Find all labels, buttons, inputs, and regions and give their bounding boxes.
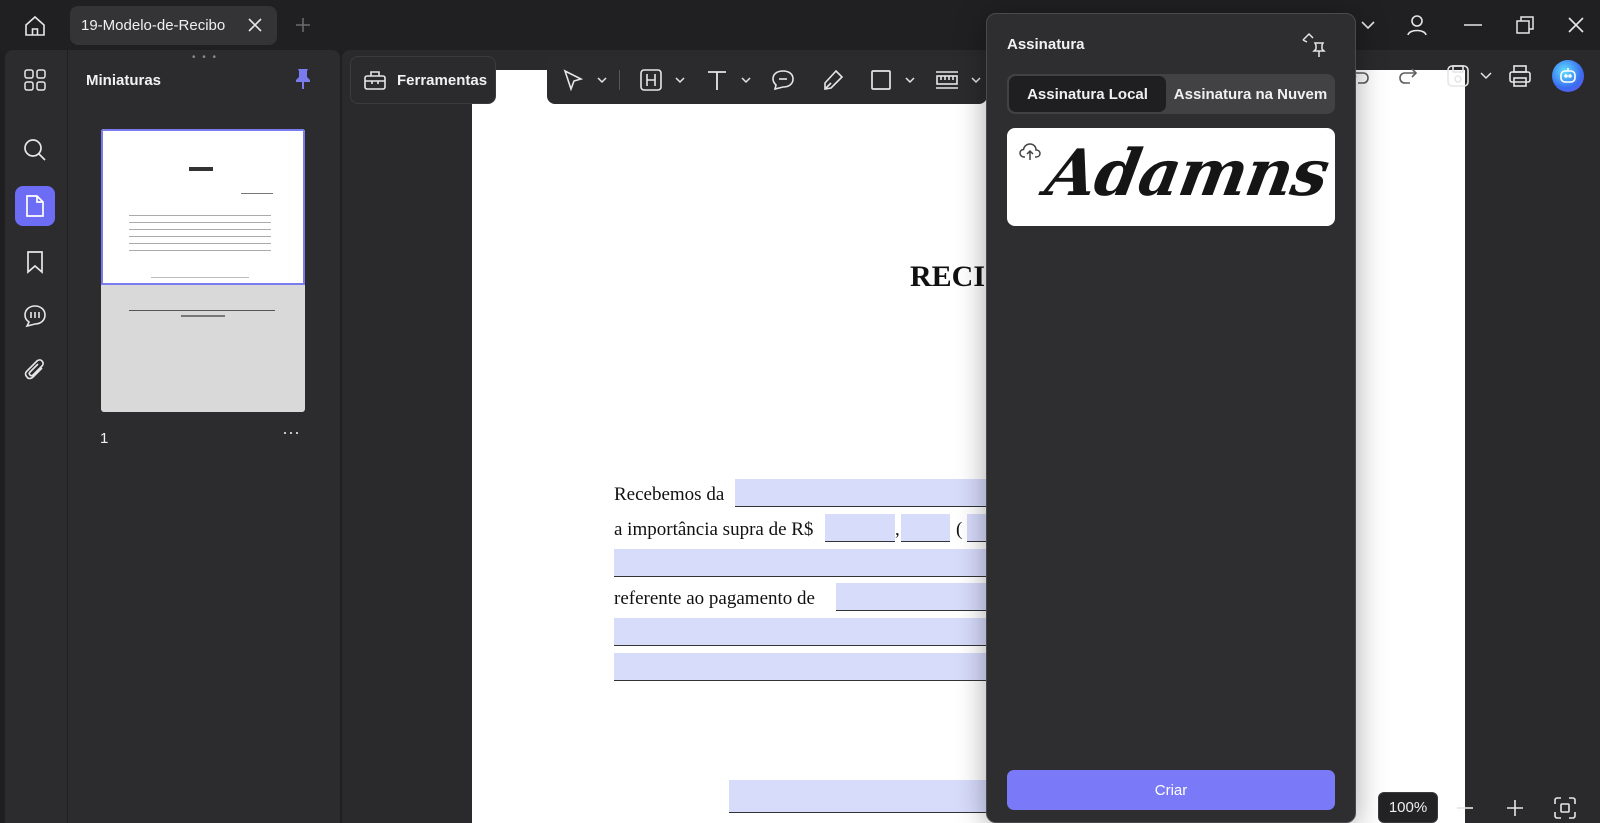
document-comma: , <box>895 519 900 540</box>
thumbnails-panel: • • • Miniaturas 1 ··· <box>68 50 340 823</box>
form-field-payer[interactable] <box>735 479 989 507</box>
toolbar-divider <box>619 70 620 90</box>
more-options-icon[interactable]: ··· <box>278 422 304 442</box>
chevron-down-icon[interactable] <box>597 76 607 84</box>
thumbnails-title: Miniaturas <box>86 72 162 89</box>
document-line-3: referente ao pagamento de <box>614 588 815 609</box>
signature-panel: Assinatura Assinatura Local Assinatura n… <box>986 13 1356 823</box>
pin-icon[interactable] <box>292 68 314 90</box>
attachment-icon[interactable] <box>15 350 55 390</box>
bookmark-icon[interactable] <box>15 242 55 282</box>
fit-page-icon[interactable] <box>1552 795 1578 821</box>
comment-icon[interactable] <box>15 296 55 336</box>
user-icon[interactable] <box>1404 12 1430 38</box>
tab-local-signature[interactable]: Assinatura Local <box>1009 76 1166 112</box>
tools-button[interactable]: Ferramentas <box>350 56 496 104</box>
print-icon[interactable] <box>1506 62 1534 90</box>
ai-assistant-icon[interactable] <box>1552 60 1584 92</box>
measure-icon[interactable] <box>935 68 959 92</box>
page-thumbnail[interactable] <box>101 129 305 412</box>
document-line-1: Recebemos da <box>614 484 725 505</box>
rectangle-icon[interactable] <box>869 68 893 92</box>
page-thumbnail-preview <box>101 129 305 285</box>
create-button[interactable]: Criar <box>1007 770 1335 810</box>
chevron-down-icon[interactable] <box>1472 62 1500 90</box>
document-title: RECI <box>910 260 986 293</box>
chevron-down-icon[interactable] <box>675 76 685 84</box>
pin-icon[interactable] <box>1301 32 1329 60</box>
document-tab-title: 19-Modelo-de-Recibo <box>81 17 226 34</box>
chevron-down-icon[interactable] <box>1355 12 1381 38</box>
text-icon[interactable] <box>705 68 729 92</box>
document-paren: ( <box>956 519 963 540</box>
search-icon[interactable] <box>15 130 55 170</box>
tab-cloud-signature[interactable]: Assinatura na Nuvem <box>1168 76 1333 112</box>
main-toolbar <box>547 56 987 104</box>
restore-icon[interactable] <box>1512 12 1538 38</box>
document-line-2: a importância supra de R$ <box>614 519 814 540</box>
pen-icon[interactable] <box>821 68 845 92</box>
tools-label: Ferramentas <box>397 71 488 89</box>
highlight-icon[interactable] <box>639 68 663 92</box>
redo-icon[interactable] <box>1394 62 1422 90</box>
pages-icon[interactable] <box>15 186 55 226</box>
title-bar: 19-Modelo-de-Recibo <box>0 0 1600 50</box>
home-icon[interactable] <box>20 11 50 41</box>
signature-preview: Adamns <box>1040 136 1334 211</box>
chevron-down-icon[interactable] <box>905 76 915 84</box>
grid-icon[interactable] <box>15 60 55 100</box>
save-icon[interactable] <box>1444 62 1472 90</box>
drag-handle[interactable]: • • • <box>192 52 218 63</box>
form-field-amount-int[interactable] <box>825 514 895 542</box>
select-cursor-icon[interactable] <box>561 68 585 92</box>
signature-tabs: Assinatura Local Assinatura na Nuvem <box>1007 74 1335 114</box>
zoom-in-icon[interactable] <box>1502 795 1528 821</box>
minimize-icon[interactable] <box>1460 12 1486 38</box>
form-field-signature[interactable] <box>729 780 989 813</box>
form-field-reference[interactable] <box>836 583 989 611</box>
zoom-level[interactable]: 100% <box>1378 792 1438 823</box>
chevron-down-icon[interactable] <box>741 76 751 84</box>
signature-panel-title: Assinatura <box>1007 36 1085 53</box>
signature-card[interactable]: Adamns <box>1007 128 1335 226</box>
document-tab[interactable]: 19-Modelo-de-Recibo <box>70 6 277 45</box>
left-rail <box>5 50 67 823</box>
form-field-reference-2[interactable] <box>614 618 989 646</box>
close-icon[interactable] <box>247 17 263 33</box>
form-field-amount-dec[interactable] <box>901 514 950 542</box>
comment-bubble-icon[interactable] <box>771 68 795 92</box>
zoom-out-icon[interactable] <box>1452 795 1478 821</box>
page-number-label: 1 <box>100 430 109 447</box>
toolbox-icon <box>364 71 386 90</box>
chevron-down-icon[interactable] <box>971 76 981 84</box>
form-field-reference-3[interactable] <box>614 653 989 681</box>
form-field-amount-words-cont[interactable] <box>614 549 989 577</box>
close-window-icon[interactable] <box>1563 12 1589 38</box>
cloud-upload-icon[interactable] <box>1019 142 1043 164</box>
add-tab-icon[interactable] <box>292 14 314 36</box>
